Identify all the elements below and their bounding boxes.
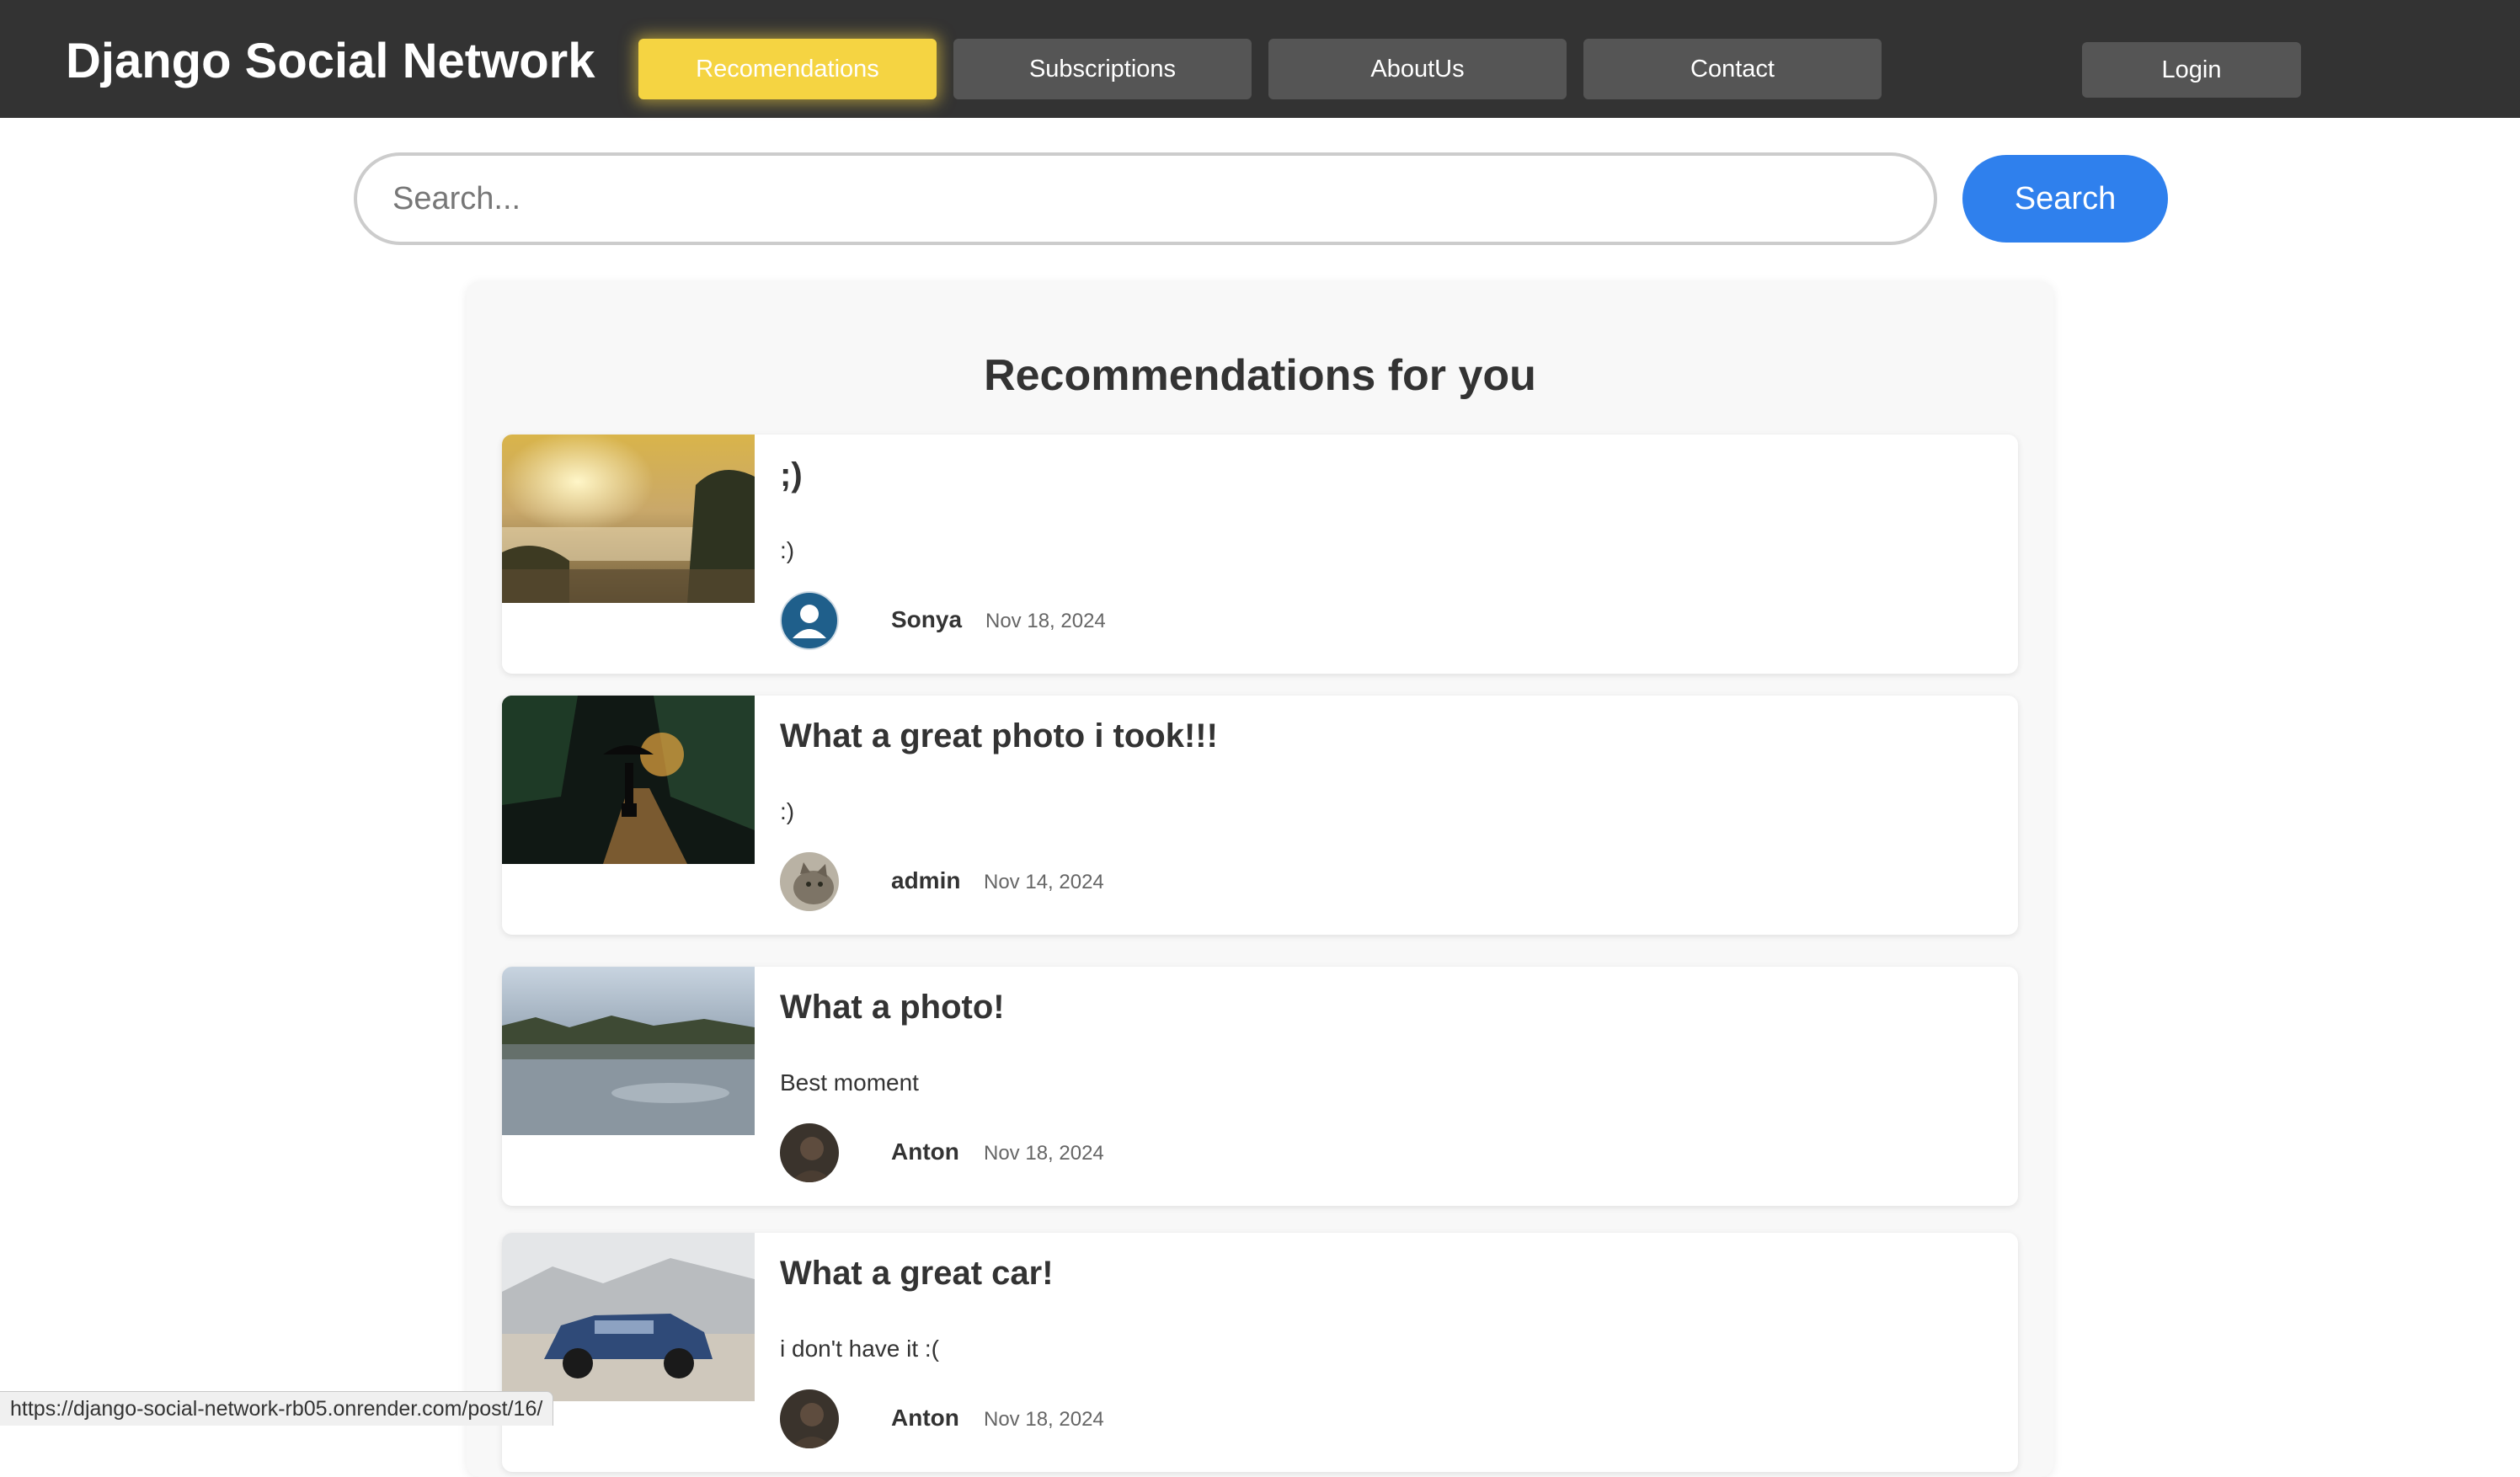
link-status-bar: https://django-social-network-rb05.onren…: [0, 1391, 554, 1426]
person-avatar-icon[interactable]: [780, 1389, 839, 1448]
post-text: Best moment: [780, 1069, 919, 1096]
post-card[interactable]: What a photo! Best moment Anton Nov 18, …: [502, 967, 2018, 1206]
post-date: Nov 18, 2024: [984, 1142, 1104, 1165]
post-date: Nov 18, 2024: [985, 610, 1106, 632]
post-card[interactable]: What a great photo i took!!! :) admin No…: [502, 696, 2018, 935]
post-thumbnail-image[interactable]: [502, 1233, 755, 1401]
post-author[interactable]: admin: [891, 867, 960, 894]
post-title[interactable]: What a photo!: [780, 989, 1005, 1026]
nav-subscriptions[interactable]: Subscriptions: [953, 39, 1252, 99]
post-thumbnail-image[interactable]: [502, 435, 755, 603]
search-input[interactable]: [354, 152, 1937, 245]
post-text: i don't have it :(: [780, 1336, 939, 1362]
post-date: Nov 18, 2024: [984, 1408, 1104, 1431]
post-text: :): [780, 798, 795, 824]
post-title[interactable]: What a great photo i took!!!: [780, 717, 1218, 755]
nav-contact[interactable]: Contact: [1583, 39, 1882, 99]
site-brand[interactable]: Django Social Network: [66, 30, 595, 93]
post-author[interactable]: Sonya: [891, 606, 962, 633]
post-card[interactable]: ;) :) Sonya Nov 18, 2024: [502, 435, 2018, 674]
post-thumbnail-image[interactable]: [502, 696, 755, 864]
cat-avatar-icon[interactable]: [780, 852, 839, 911]
nav-recommendations[interactable]: Recomendations: [638, 39, 937, 99]
post-thumbnail-image[interactable]: [502, 967, 755, 1135]
post-text: :): [780, 537, 795, 563]
post-date: Nov 14, 2024: [984, 871, 1104, 893]
person-avatar-icon[interactable]: [780, 1123, 839, 1182]
user-avatar-icon[interactable]: [780, 591, 839, 650]
post-author[interactable]: Anton: [891, 1405, 959, 1432]
post-title[interactable]: What a great car!: [780, 1255, 1054, 1293]
search-button[interactable]: Search: [1962, 155, 2168, 243]
post-card[interactable]: What a great car! i don't have it :( Ant…: [502, 1233, 2018, 1472]
post-author[interactable]: Anton: [891, 1138, 959, 1165]
login-button[interactable]: Login: [2082, 42, 2301, 98]
top-navbar: Django Social Network Recomendations Sub…: [0, 0, 2520, 118]
page-title: Recommendations for you: [984, 351, 1536, 400]
recommendations-panel: Recommendations for you ;) :) Sonya Nov …: [467, 281, 2053, 1477]
post-title[interactable]: ;): [780, 456, 803, 494]
nav-aboutus[interactable]: AboutUs: [1268, 39, 1567, 99]
